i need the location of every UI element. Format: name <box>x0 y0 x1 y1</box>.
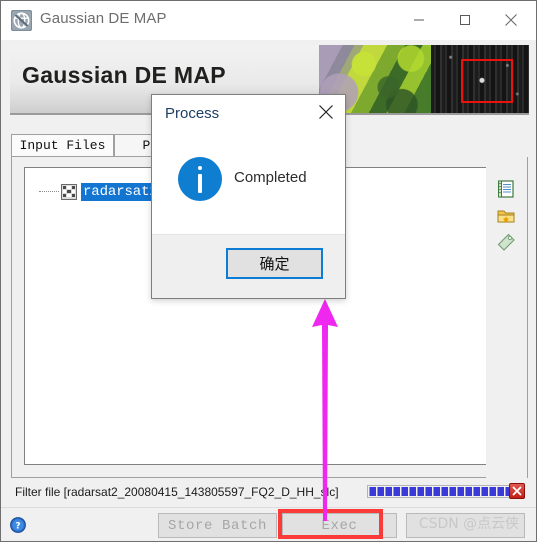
dialog-footer: 确定 <box>152 234 345 298</box>
dialog-body: Completed <box>152 138 345 236</box>
status-message: Filter file [radarsat2_20080415_14380559… <box>15 485 339 499</box>
tool-icon-column <box>486 158 527 478</box>
help-question-icon[interactable]: ? <box>10 517 26 533</box>
tree-connector <box>39 190 59 193</box>
dialog-message: Completed <box>234 169 307 186</box>
exec-button[interactable]: Exec <box>282 513 397 538</box>
banner-title: Gaussian DE MAP <box>22 62 226 88</box>
minimize-icon[interactable] <box>396 1 442 39</box>
footer-bar: ? Store Batch Exec <box>1 507 536 541</box>
close-icon[interactable] <box>488 1 534 39</box>
dialog-title: Process <box>165 105 220 122</box>
close-icon[interactable] <box>313 100 339 124</box>
title-bar: Gaussian DE MAP <box>1 1 536 40</box>
footer-extra-button[interactable] <box>406 513 525 538</box>
stop-cancel-icon[interactable] <box>509 483 525 499</box>
progress-bar <box>367 485 511 498</box>
status-bar: Filter file [radarsat2_20080415_14380559… <box>1 481 536 507</box>
tag-label-icon[interactable] <box>496 232 516 252</box>
info-icon <box>178 157 222 201</box>
store-batch-button[interactable]: Store Batch <box>158 513 277 538</box>
maximize-icon[interactable] <box>442 1 488 39</box>
raster-grid-icon <box>61 183 77 200</box>
progress-bar-fill <box>369 487 509 496</box>
process-dialog: Process Completed 确定 <box>151 94 346 299</box>
banner-imagery <box>319 45 529 113</box>
roi-box <box>461 59 513 103</box>
svg-text:?: ? <box>15 522 20 532</box>
notepad-list-icon[interactable] <box>496 179 516 199</box>
window-title: Gaussian DE MAP <box>40 10 167 27</box>
ok-button[interactable]: 确定 <box>226 248 323 279</box>
tab-input-files[interactable]: Input Files <box>11 134 114 157</box>
application-window: Gaussian DE MAP Gaussian DE MAP Input Fi… <box>0 0 537 542</box>
globe-sphere-icon <box>11 10 32 31</box>
folder-favorite-icon[interactable] <box>496 206 516 226</box>
